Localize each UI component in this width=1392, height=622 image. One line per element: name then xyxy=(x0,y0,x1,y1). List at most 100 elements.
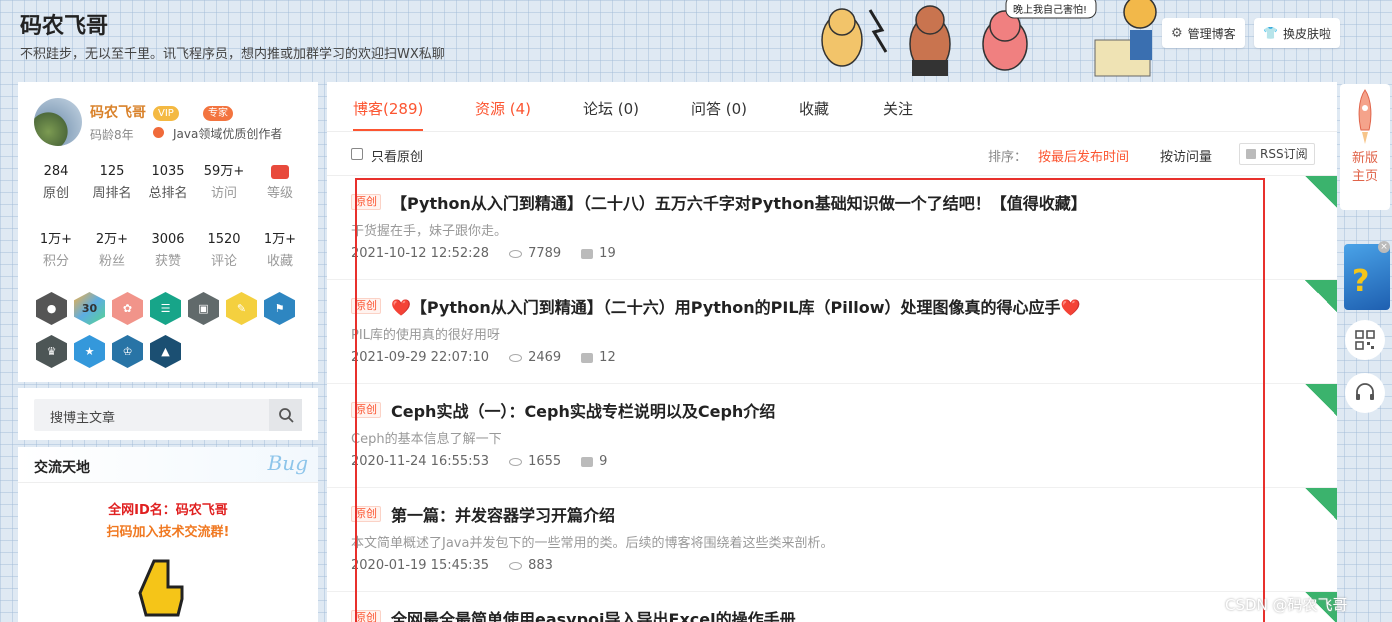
stat-favorites: 1万+ 收藏 xyxy=(252,230,308,274)
vip-badge: VIP xyxy=(153,106,179,121)
manage-blog-button[interactable]: ⚙ 管理博客 xyxy=(1162,18,1245,48)
profile-name[interactable]: 码农飞哥 xyxy=(90,102,146,122)
avatar[interactable] xyxy=(34,98,82,146)
bug-logo: Bug xyxy=(267,451,308,475)
stat-value: 1万+ xyxy=(263,232,297,247)
qrcode-button[interactable] xyxy=(1345,320,1385,360)
level-icon xyxy=(252,162,308,182)
stat-value: 1035 xyxy=(151,164,185,179)
stat-total-rank[interactable]: 1035 总排名 xyxy=(140,162,196,206)
stats-row-1: 284 原创 125 周排名 1035 总排名 59万+ 访问 等级 xyxy=(18,162,318,206)
headset-icon xyxy=(1356,383,1374,400)
active-tab-indicator xyxy=(353,129,423,131)
community-card: 交流天地 Bug 全网ID名：码农飞哥 扫码加入技术交流群! xyxy=(18,447,318,622)
stat-label: 等级 xyxy=(266,186,293,201)
new-home-entry[interactable]: 新版主页 xyxy=(1340,84,1390,210)
sort-label: 排序： xyxy=(988,150,1028,165)
featured-ribbon xyxy=(1305,488,1337,520)
blog-tabs: 博客(289) 资源 (4) 论坛 (0) 问答 (0) 收藏 关注 xyxy=(327,82,1337,132)
stat-value: 2万+ xyxy=(95,232,129,247)
highlight-box xyxy=(355,178,1265,622)
rocket-icon xyxy=(1358,89,1372,144)
community-header: 交流天地 Bug xyxy=(18,447,318,483)
crown-badge-icon[interactable]: ♔ xyxy=(112,335,143,368)
stat-label: 原创 xyxy=(42,186,69,201)
manage-blog-label: 管理博客 xyxy=(1187,26,1236,41)
sort-by-latest[interactable]: 按最后发布时间 xyxy=(1038,146,1129,165)
community-id-line: 全网ID名：码农飞哥 xyxy=(108,503,228,518)
question-mark-icon: ? xyxy=(1352,264,1370,299)
new-home-label: 新版主页 xyxy=(1351,151,1378,184)
tab-resources[interactable]: 资源 (4) xyxy=(475,98,531,119)
stat-comments: 1520 评论 xyxy=(196,230,252,274)
blog-subtitle: 不积跬步，无以至千里。讯飞程序员，想内推或加群学习的欢迎扫WX私聊 xyxy=(20,47,445,62)
promo-ad-image[interactable]: ? xyxy=(1344,244,1390,310)
featured-ribbon xyxy=(1305,384,1337,416)
shirt-icon: 👕 xyxy=(1263,26,1278,40)
coding-age: 码龄8年 xyxy=(90,128,134,142)
search-placeholder: 搜博主文章 xyxy=(50,411,116,426)
stat-label: 粉丝 xyxy=(98,254,125,269)
rocket-badge-icon[interactable]: ▲ xyxy=(150,335,181,368)
pencil-badge-icon[interactable]: ✎ xyxy=(226,292,257,325)
stat-label: 获赞 xyxy=(154,254,181,269)
pointing-hand-icon xyxy=(138,559,184,617)
close-ad-icon[interactable]: × xyxy=(1378,241,1390,253)
only-original-label[interactable]: 只看原创 xyxy=(371,146,423,165)
stat-value: 3006 xyxy=(151,232,185,247)
stats-row-2: 1万+ 积分 2万+ 粉丝 3006 获赞 1520 评论 1万+ 收藏 xyxy=(18,230,318,274)
speech-bubble-text: 晚上我自己害怕! xyxy=(1013,3,1087,16)
vip-badge-icon[interactable]: ♛ xyxy=(36,335,67,368)
only-original-checkbox[interactable] xyxy=(351,148,363,160)
stat-label: 收藏 xyxy=(266,254,293,269)
customer-service-button[interactable] xyxy=(1345,373,1385,413)
stat-label: 周排名 xyxy=(92,186,132,201)
stat-value: 284 xyxy=(43,164,69,179)
cert-icon xyxy=(153,127,164,138)
tab-qa[interactable]: 问答 (0) xyxy=(691,98,747,119)
filter-bar: 只看原创 排序： 按最后发布时间 按访问量 RSS订阅 xyxy=(327,132,1337,176)
banner-cartoon-illustration: 晚上我自己害怕! xyxy=(821,0,1157,77)
tab-forum[interactable]: 论坛 (0) xyxy=(583,98,639,119)
change-skin-label: 换皮肤啦 xyxy=(1282,26,1331,41)
thirty-day-badge-icon[interactable]: 30 xyxy=(74,292,105,325)
search-icon xyxy=(278,408,294,423)
gear-icon: ⚙ xyxy=(1171,25,1183,41)
archive-badge-icon[interactable]: ▣ xyxy=(188,292,219,325)
profile-card: 码农飞哥 VIP 专家 码龄8年 Java领域优质创作者 284 原创 125 周排… xyxy=(18,82,318,382)
expert-badge: 专家 xyxy=(203,106,233,121)
stat-label: 总排名 xyxy=(148,186,188,201)
honor-badges: ● 30 ✿ ☰ ▣ ✎ ⚑ ♛ ★ ♔ ▲ xyxy=(36,292,306,368)
search-button[interactable] xyxy=(269,399,302,431)
stat-label: 评论 xyxy=(210,254,237,269)
tab-following[interactable]: 关注 xyxy=(883,98,913,119)
csdn-watermark: CSDN @码农飞哥 xyxy=(1225,596,1348,614)
stat-value: 59万+ xyxy=(203,164,245,179)
stat-value: 1万+ xyxy=(39,232,73,247)
flag-badge-icon[interactable]: ⚑ xyxy=(264,292,295,325)
stat-label: 积分 xyxy=(42,254,69,269)
qrcode-icon xyxy=(1355,330,1375,350)
stat-original[interactable]: 284 原创 xyxy=(28,162,84,206)
search-input[interactable]: 搜博主文章 xyxy=(34,399,302,431)
stat-fans[interactable]: 2万+ 粉丝 xyxy=(84,230,140,274)
article-search-card: 搜博主文章 xyxy=(18,388,318,440)
sort-by-views[interactable]: 按访问量 xyxy=(1160,146,1212,165)
stat-label: 访问 xyxy=(210,186,237,201)
stat-week-rank[interactable]: 125 周排名 xyxy=(84,162,140,206)
community-title: 交流天地 xyxy=(34,460,90,476)
blog-title: 码农飞哥 xyxy=(20,14,109,39)
tab-favorites[interactable]: 收藏 xyxy=(799,98,829,119)
stat-level[interactable]: 等级 xyxy=(252,162,308,206)
stat-likes: 3006 获赞 xyxy=(140,230,196,274)
rss-subscribe-button[interactable]: RSS订阅 xyxy=(1239,143,1315,165)
github-badge-icon[interactable]: ● xyxy=(36,292,67,325)
featured-ribbon xyxy=(1305,176,1337,208)
star-badge-icon[interactable]: ★ xyxy=(74,335,105,368)
cert-label[interactable]: Java领域优质创作者 xyxy=(173,125,282,142)
tab-blog[interactable]: 博客(289) xyxy=(353,98,423,119)
community-join-line: 扫码加入技术交流群! xyxy=(106,525,230,540)
flower-badge-icon[interactable]: ✿ xyxy=(112,292,143,325)
list-badge-icon[interactable]: ☰ xyxy=(150,292,181,325)
change-skin-button[interactable]: 👕 换皮肤啦 xyxy=(1254,18,1340,48)
